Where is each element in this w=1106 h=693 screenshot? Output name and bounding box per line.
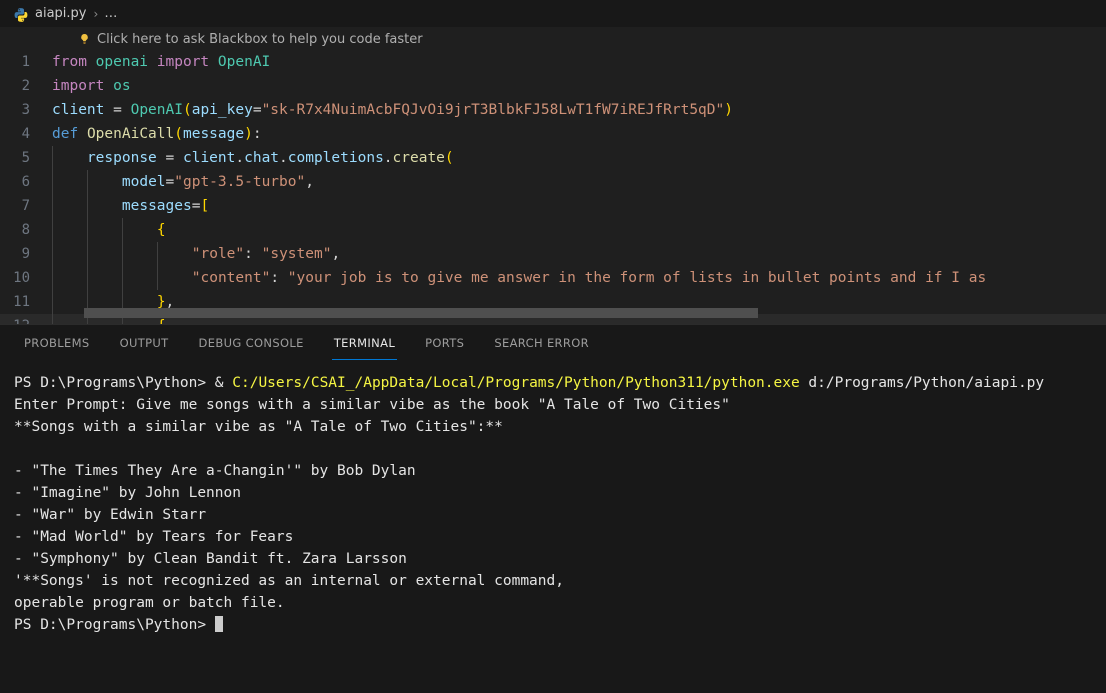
terminal-output[interactable]: PS D:\Programs\Python> & C:/Users/CSAI_/…: [0, 360, 1106, 693]
line-number: 7: [21, 198, 30, 214]
line-number: 10: [13, 270, 30, 286]
line-number: 9: [21, 246, 30, 262]
indent-guide: [87, 266, 88, 290]
code-line[interactable]: 10 "content": "your job is to give me an…: [0, 266, 1106, 290]
code-line[interactable]: 1 from openai import OpenAI: [0, 50, 1106, 74]
panel-tab-problems[interactable]: PROBLEMS: [14, 325, 100, 360]
terminal-prompt: PS D:\Programs\Python>: [14, 375, 207, 391]
terminal-output-line: - "Imagine" by John Lennon: [14, 485, 241, 501]
indent-guide: [122, 218, 123, 242]
terminal-script-arg: d:/Programs/Python/aiapi.py: [799, 375, 1045, 391]
terminal-input-line[interactable]: PS D:\Programs\Python>: [14, 614, 1106, 636]
line-number: 1: [21, 54, 30, 70]
breadcrumb-file[interactable]: aiapi.py: [13, 6, 87, 22]
line-number: 2: [21, 78, 30, 94]
code-text[interactable]: "role": "system",: [48, 242, 1106, 266]
code-text[interactable]: "content": "your job is to give me answe…: [48, 266, 1106, 290]
breadcrumb-filename: aiapi.py: [35, 6, 87, 21]
terminal-output-line: - "Symphony" by Clean Bandit ft. Zara La…: [14, 551, 407, 567]
code-line[interactable]: 9 "role": "system",: [0, 242, 1106, 266]
panel-tab-debug-console[interactable]: DEBUG CONSOLE: [189, 325, 314, 360]
panel-tab-output[interactable]: OUTPUT: [110, 325, 179, 360]
code-line[interactable]: 6 model="gpt-3.5-turbo",: [0, 170, 1106, 194]
panel-tabs: PROBLEMS OUTPUT DEBUG CONSOLE TERMINAL PORTS…: [0, 325, 1106, 360]
line-number: 3: [21, 102, 30, 118]
breadcrumb-separator: ›: [93, 6, 99, 21]
indent-guide: [87, 194, 88, 218]
vscode-window: aiapi.py › … Click here to ask Blackbox …: [0, 0, 1106, 693]
terminal-output-line: - "Mad World" by Tears for Fears: [14, 529, 294, 545]
terminal-output-line: Enter Prompt: Give me songs with a simil…: [14, 397, 730, 413]
indent-guide: [52, 194, 53, 218]
line-number: 6: [21, 174, 30, 190]
panel-tab-ports[interactable]: PORTS: [415, 325, 474, 360]
code-text[interactable]: from openai import OpenAI: [48, 50, 1106, 74]
code-editor[interactable]: Click here to ask Blackbox to help you c…: [0, 28, 1106, 324]
indent-guide: [122, 242, 123, 266]
lightbulb-icon: [78, 33, 91, 46]
indent-guide: [52, 266, 53, 290]
code-line[interactable]: 4 def OpenAiCall(message):: [0, 122, 1106, 146]
panel-tab-terminal[interactable]: TERMINAL: [324, 325, 405, 360]
terminal-output-line: '**Songs' is not recognized as an intern…: [14, 573, 564, 589]
indent-guide: [52, 242, 53, 266]
code-text[interactable]: import os: [48, 74, 1106, 98]
terminal-output-line: - "War" by Edwin Starr: [14, 507, 207, 523]
terminal-output-line: operable program or batch file.: [14, 595, 285, 611]
terminal-python-path: C:/Users/CSAI_/AppData/Local/Programs/Py…: [232, 375, 800, 391]
indent-guide: [157, 242, 158, 266]
breadcrumb: aiapi.py › …: [0, 0, 1106, 28]
terminal-cursor: [214, 616, 223, 632]
line-number: 5: [21, 150, 30, 166]
terminal-output-line: **Songs with a similar vibe as "A Tale o…: [14, 419, 503, 435]
code-text[interactable]: def OpenAiCall(message):: [48, 122, 1106, 146]
breadcrumb-overflow[interactable]: …: [104, 6, 117, 21]
python-file-icon: [13, 7, 29, 23]
bottom-panel: PROBLEMS OUTPUT DEBUG CONSOLE TERMINAL PORTS…: [0, 324, 1106, 693]
terminal-output-line: - "The Times They Are a-Changin'" by Bob…: [14, 463, 416, 479]
indent-guide: [122, 266, 123, 290]
code-text[interactable]: {: [48, 218, 1106, 242]
code-line[interactable]: 7 messages=[: [0, 194, 1106, 218]
code-text[interactable]: response = client.chat.completions.creat…: [48, 146, 1106, 170]
panel-tab-search-error[interactable]: SEARCH ERROR: [484, 325, 599, 360]
indent-guide: [52, 170, 53, 194]
indent-guide: [87, 242, 88, 266]
code-line[interactable]: 8 {: [0, 218, 1106, 242]
blackbox-hint[interactable]: Click here to ask Blackbox to help you c…: [0, 28, 1106, 50]
terminal-final-prompt: PS D:\Programs\Python>: [14, 617, 215, 633]
code-text[interactable]: messages=[: [48, 194, 1106, 218]
indent-guide: [52, 146, 53, 170]
editor-horizontal-scrollbar[interactable]: [0, 308, 1106, 318]
code-lines[interactable]: 1 from openai import OpenAI 2 import os 3 cli…: [0, 50, 1106, 324]
indent-guide: [87, 218, 88, 242]
indent-guide: [52, 218, 53, 242]
code-text[interactable]: client = OpenAI(api_key="sk-R7x4NuimAcbF…: [48, 98, 1106, 122]
code-line[interactable]: 5 response = client.chat.completions.cre…: [0, 146, 1106, 170]
terminal-command-line: PS D:\Programs\Python> & C:/Users/CSAI_/…: [14, 375, 1045, 391]
code-line[interactable]: 3 client = OpenAI(api_key="sk-R7x4NuimAcb…: [0, 98, 1106, 122]
indent-guide: [87, 170, 88, 194]
editor-scrollbar-thumb[interactable]: [84, 308, 758, 318]
code-line[interactable]: 2 import os: [0, 74, 1106, 98]
blackbox-hint-text: Click here to ask Blackbox to help you c…: [97, 31, 423, 47]
line-number: 4: [21, 126, 30, 142]
line-number: 8: [21, 222, 30, 238]
code-text[interactable]: model="gpt-3.5-turbo",: [48, 170, 1106, 194]
indent-guide: [157, 266, 158, 290]
